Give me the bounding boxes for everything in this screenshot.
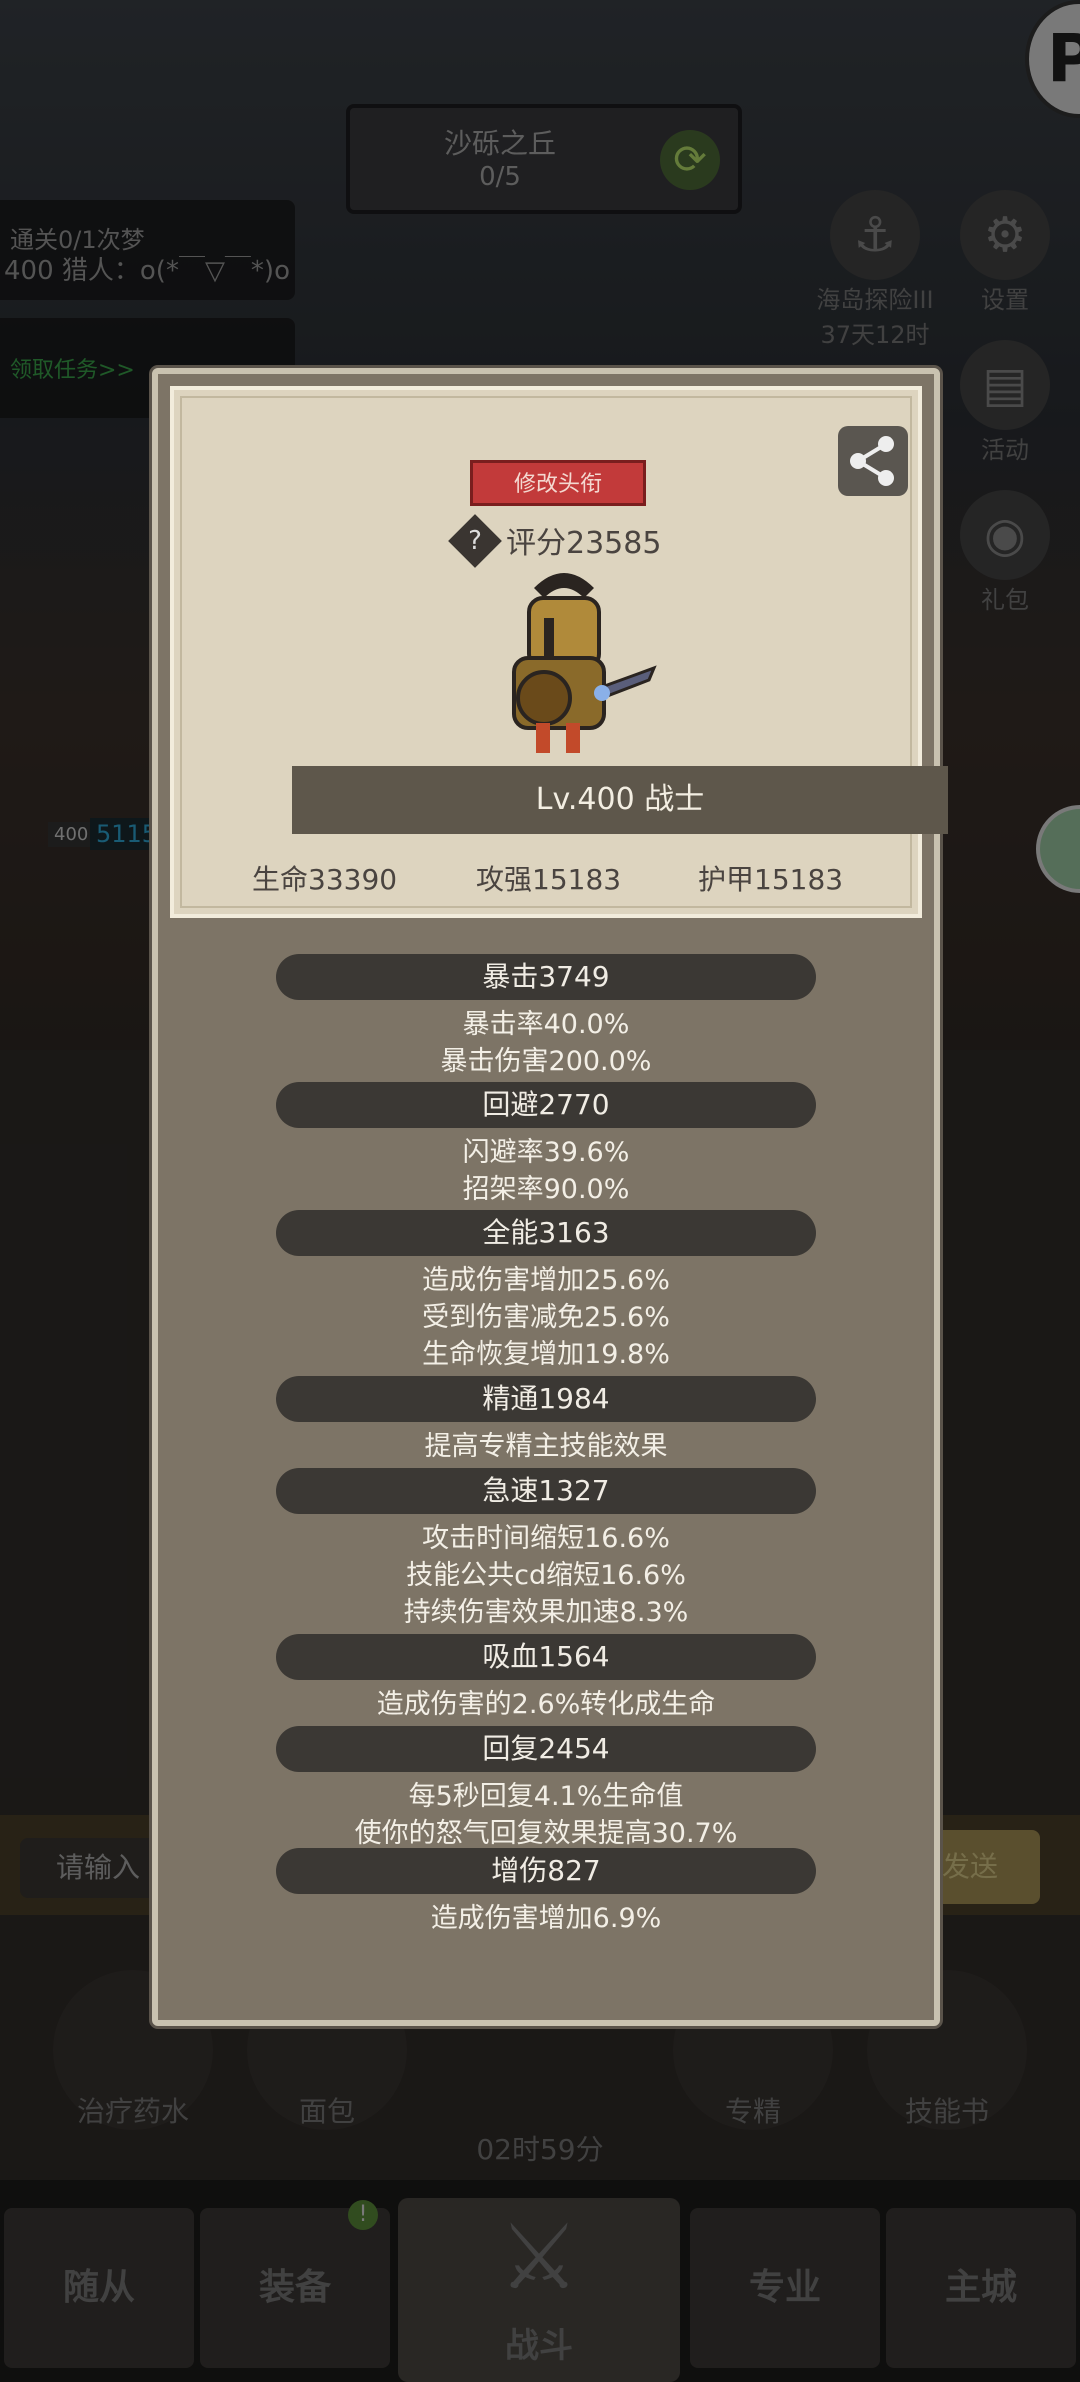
stat-line: 技能公共cd缩短16.6% bbox=[406, 1560, 686, 1591]
stat-line: 招架率90.0% bbox=[462, 1174, 630, 1205]
stat-line: 造成伤害增加25.6% bbox=[422, 1265, 670, 1296]
stat-header-crit: 暴击3749 bbox=[276, 954, 816, 1000]
stat-line: 造成伤害的2.6%转化成生命 bbox=[376, 1689, 716, 1720]
level-class-bar: Lv.400 战士 bbox=[292, 766, 948, 834]
stat-line: 暴击伤害200.0% bbox=[440, 1046, 652, 1077]
stat-header-dodge: 回避2770 bbox=[276, 1082, 816, 1128]
character-stats-dialog: 修改头衔 ? 评分23585 Lv.400 战士 生命33390 攻强15183… bbox=[152, 368, 948, 2026]
stat-header-damage-bonus: 增伤827 bbox=[276, 1848, 816, 1894]
stat-header-regen: 回复2454 bbox=[276, 1726, 816, 1772]
rating-score: 评分23585 bbox=[506, 526, 662, 561]
stat-header-haste: 急速1327 bbox=[276, 1468, 816, 1514]
share-icon bbox=[850, 436, 894, 486]
stat-header-versatility: 全能3163 bbox=[276, 1210, 816, 1256]
stat-hp: 生命33390 bbox=[252, 863, 398, 896]
character-header-panel: 修改头衔 ? 评分23585 Lv.400 战士 生命33390 攻强15183… bbox=[170, 386, 948, 918]
stat-line: 每5秒回复4.1%生命值 bbox=[408, 1781, 684, 1812]
warrior-character-icon bbox=[512, 573, 657, 753]
stat-line: 闪避率39.6% bbox=[462, 1137, 630, 1168]
stat-line: 生命恢复增加19.8% bbox=[422, 1339, 670, 1370]
edit-title-button[interactable]: 修改头衔 bbox=[470, 460, 646, 506]
stat-line: 暴击率40.0% bbox=[462, 1009, 630, 1040]
stat-line: 攻击时间缩短16.6% bbox=[422, 1523, 670, 1554]
stat-line: 提高专精主技能效果 bbox=[424, 1431, 668, 1462]
help-glyph: ? bbox=[468, 526, 482, 556]
stat-armor: 护甲15183 bbox=[698, 863, 844, 896]
share-button[interactable] bbox=[838, 426, 908, 496]
stat-header-lifesteal: 吸血1564 bbox=[276, 1634, 816, 1680]
stat-line: 使你的怒气回复效果提高30.7% bbox=[354, 1818, 738, 1849]
stat-line: 受到伤害减免25.6% bbox=[422, 1302, 670, 1333]
stat-line: 造成伤害增加6.9% bbox=[430, 1903, 662, 1934]
stat-header-mastery: 精通1984 bbox=[276, 1376, 816, 1422]
stat-line: 持续伤害效果加速8.3% bbox=[403, 1597, 689, 1628]
stat-attack: 攻强15183 bbox=[476, 863, 622, 896]
